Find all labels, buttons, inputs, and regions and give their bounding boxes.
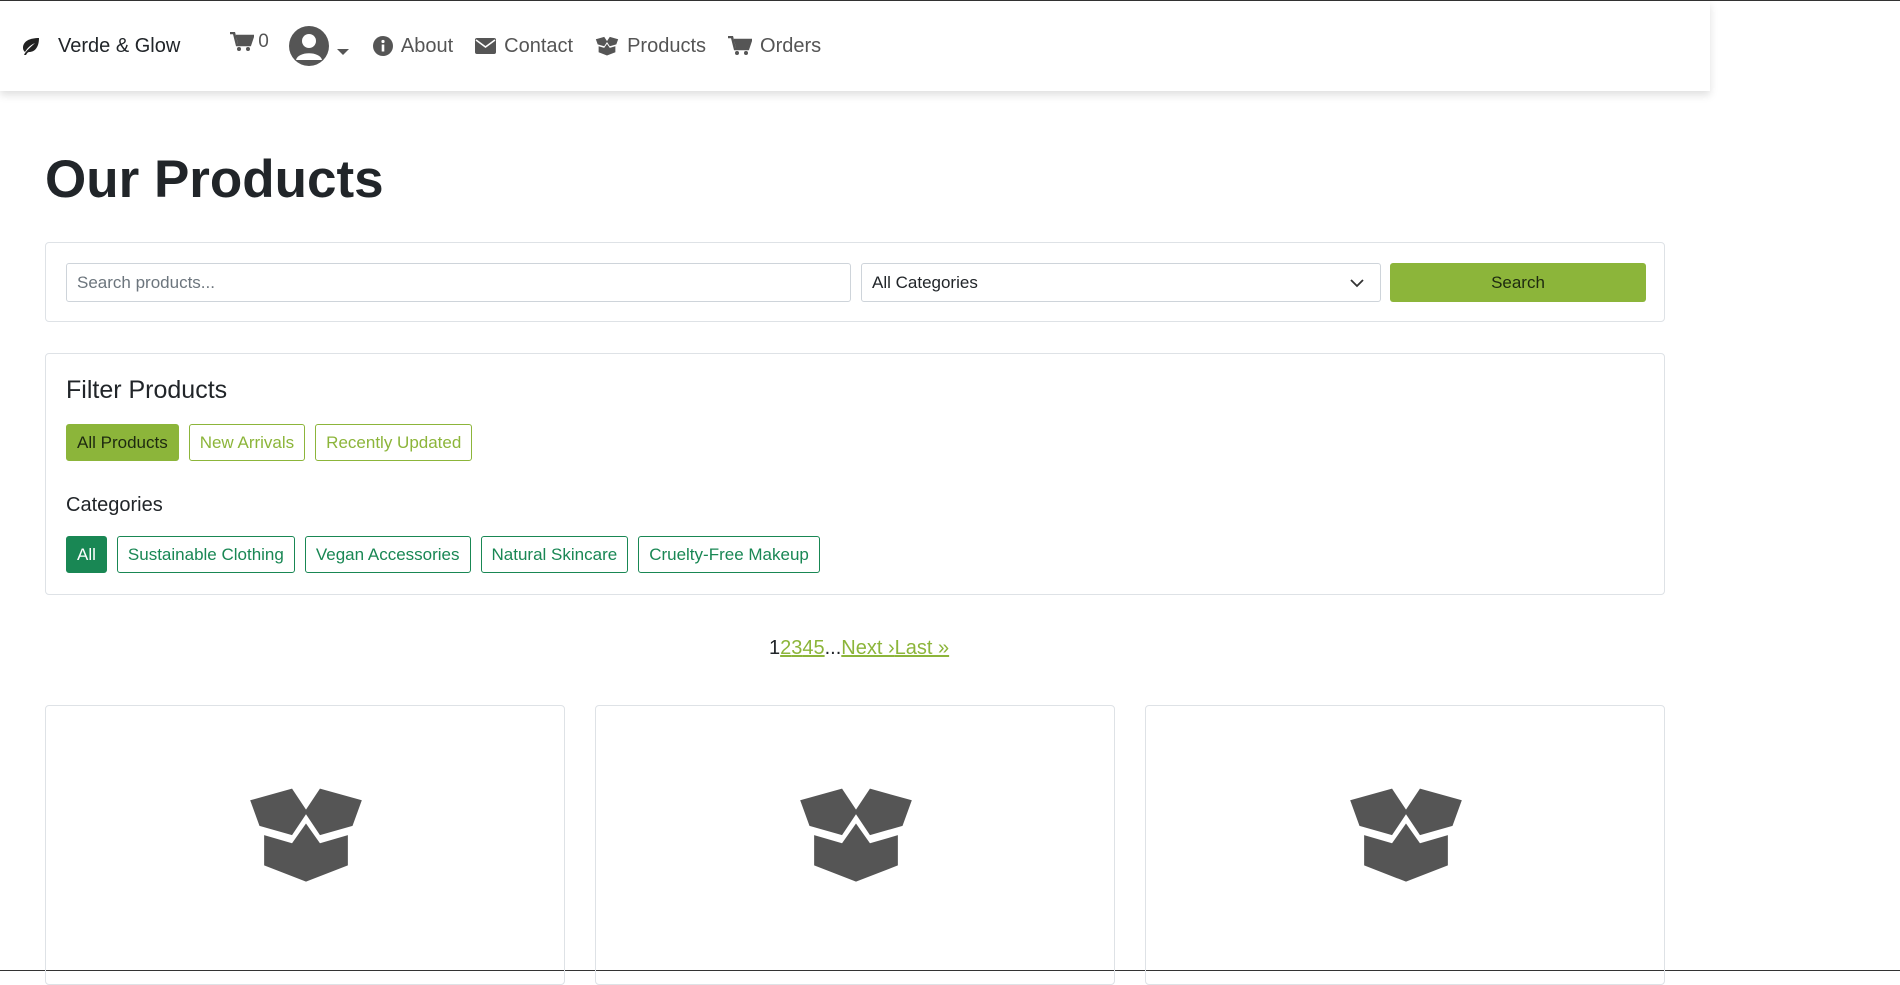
page-link-4[interactable]: 4 [802, 637, 813, 660]
box-open-icon [250, 788, 362, 882]
category-all-button[interactable]: All [66, 536, 107, 573]
box-open-icon [800, 788, 912, 882]
search-button[interactable]: Search [1390, 263, 1646, 302]
top-navbar: Verde & Glow 0 About Contact Products Or… [0, 1, 1710, 91]
category-natural-skincare-button[interactable]: Natural Skincare [480, 536, 629, 573]
page-link-5[interactable]: 5 [814, 637, 825, 660]
chevron-down-icon [1350, 279, 1364, 288]
nav-link-about[interactable]: About [372, 34, 454, 58]
page-next-link[interactable]: Next › [841, 637, 894, 660]
filter-all-products-button[interactable]: All Products [66, 424, 179, 461]
filter-new-arrivals-button[interactable]: New Arrivals [188, 424, 306, 461]
pagination: 1 2 3 4 5 ... Next › Last » [769, 637, 949, 660]
page-current: 1 [769, 637, 781, 659]
cart-button[interactable]: 0 [230, 31, 269, 53]
nav-link-contact[interactable]: Contact [475, 35, 573, 58]
nav-link-label: About [400, 34, 454, 57]
search-input[interactable] [66, 263, 851, 302]
page-title: Our Products [45, 150, 384, 209]
leaf-icon [23, 38, 39, 55]
category-cruelty-free-makeup-button[interactable]: Cruelty-Free Makeup [638, 536, 820, 573]
cart-icon [230, 32, 255, 51]
nav-link-orders[interactable]: Orders [728, 35, 821, 58]
info-icon [372, 36, 393, 56]
filter-title: Filter Products [66, 376, 228, 404]
chevron-down-icon [336, 49, 349, 55]
page-last-link[interactable]: Last » [895, 637, 949, 660]
category-sustainable-clothing-button[interactable]: Sustainable Clothing [116, 536, 295, 573]
category-select[interactable]: All Categories [861, 263, 1381, 302]
envelope-icon [475, 38, 497, 54]
box-open-icon [595, 36, 619, 56]
cart-icon [728, 36, 753, 55]
nav-link-label: Orders [760, 34, 822, 57]
product-card[interactable] [45, 705, 565, 985]
filter-panel: Filter Products All Products New Arrival… [45, 353, 1665, 595]
product-card[interactable] [1145, 705, 1665, 985]
categories-heading: Categories [66, 494, 163, 516]
category-select-value: All Categories [872, 272, 978, 292]
nav-link-products[interactable]: Products [595, 35, 706, 58]
brand-name: Verde & Glow [58, 34, 181, 57]
nav-link-label: Contact [504, 34, 574, 57]
cart-count: 0 [258, 31, 269, 52]
product-card[interactable] [595, 705, 1115, 985]
page-link-3[interactable]: 3 [791, 637, 802, 660]
page-ellipsis: ... [824, 637, 842, 659]
user-menu-toggle[interactable] [288, 26, 349, 66]
search-panel: All Categories Search [45, 242, 1665, 322]
page-link-2[interactable]: 2 [780, 637, 791, 660]
brand-link[interactable]: Verde & Glow [20, 35, 180, 58]
filter-recently-updated-button[interactable]: Recently Updated [315, 424, 473, 461]
category-vegan-accessories-button[interactable]: Vegan Accessories [304, 536, 471, 573]
user-avatar-icon [288, 26, 329, 66]
nav-link-label: Products [627, 34, 707, 57]
box-open-icon [1350, 788, 1462, 882]
